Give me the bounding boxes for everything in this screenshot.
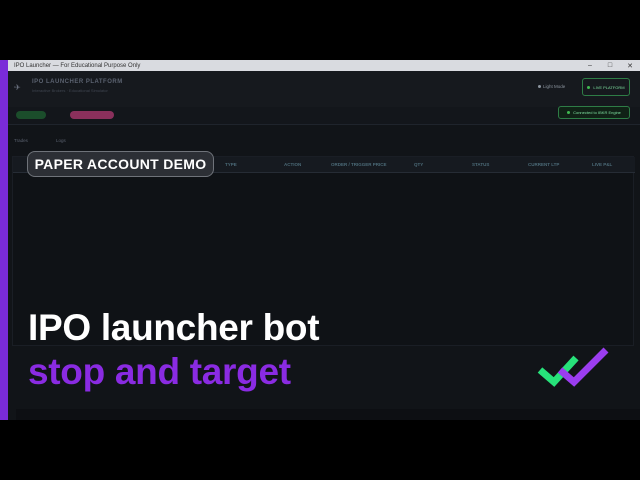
live-platform-label: LIVE PLATFORM — [593, 84, 625, 90]
status-strip — [8, 107, 640, 125]
column-header[interactable]: TYPE — [225, 162, 237, 167]
column-header[interactable]: CURRENT LTP — [528, 162, 559, 167]
status-pill-warning[interactable] — [70, 111, 114, 119]
column-header[interactable]: ORDER / TRIGGER PRICE — [331, 162, 387, 167]
tab-bar: Trades Logs — [8, 134, 640, 148]
app-header: ✈ IPO LAUNCHER PLATFORM Interactive Brok… — [8, 71, 640, 107]
column-header[interactable]: ACTION — [284, 162, 301, 167]
window-titlebar: IPO Launcher — For Educational Purpose O… — [8, 60, 640, 71]
column-header[interactable]: QTY — [414, 162, 423, 167]
column-header[interactable]: STATUS — [472, 162, 489, 167]
close-button[interactable]: ✕ — [620, 60, 640, 71]
column-header[interactable]: LIVE P&L — [592, 162, 612, 167]
paper-account-badge: PAPER ACCOUNT DEMO — [27, 151, 214, 177]
app-title: IPO LAUNCHER PLATFORM — [32, 79, 123, 85]
status-dot-icon — [587, 85, 591, 89]
connection-label: Connected to IBKR Engine — [573, 110, 621, 115]
connection-status-button[interactable]: Connected to IBKR Engine — [558, 106, 630, 119]
rocket-icon: ✈ — [14, 83, 21, 92]
accent-bar — [0, 60, 8, 420]
tab-trades[interactable]: Trades — [14, 138, 28, 143]
tab-logs[interactable]: Logs — [56, 138, 66, 143]
light-mode-toggle[interactable]: Light Mode — [538, 84, 565, 89]
double-check-logo-icon — [537, 347, 609, 387]
app-subtitle: Interactive Brokers · Educational Simula… — [32, 88, 108, 93]
video-frame: IPO Launcher — For Educational Purpose O… — [0, 60, 640, 420]
window-title: IPO Launcher — For Educational Purpose O… — [14, 62, 141, 69]
light-mode-label: Light Mode — [543, 84, 566, 89]
status-dot-icon — [567, 111, 571, 114]
live-platform-button[interactable]: LIVE PLATFORM — [582, 78, 630, 96]
maximize-button[interactable]: □ — [600, 60, 620, 71]
video-headline: IPO launcher bot — [28, 307, 320, 348]
minimize-button[interactable]: – — [580, 60, 600, 71]
video-subheadline: stop and target — [28, 351, 291, 392]
status-pill[interactable] — [16, 111, 46, 119]
taskbar — [16, 409, 640, 420]
sun-icon — [538, 85, 541, 88]
